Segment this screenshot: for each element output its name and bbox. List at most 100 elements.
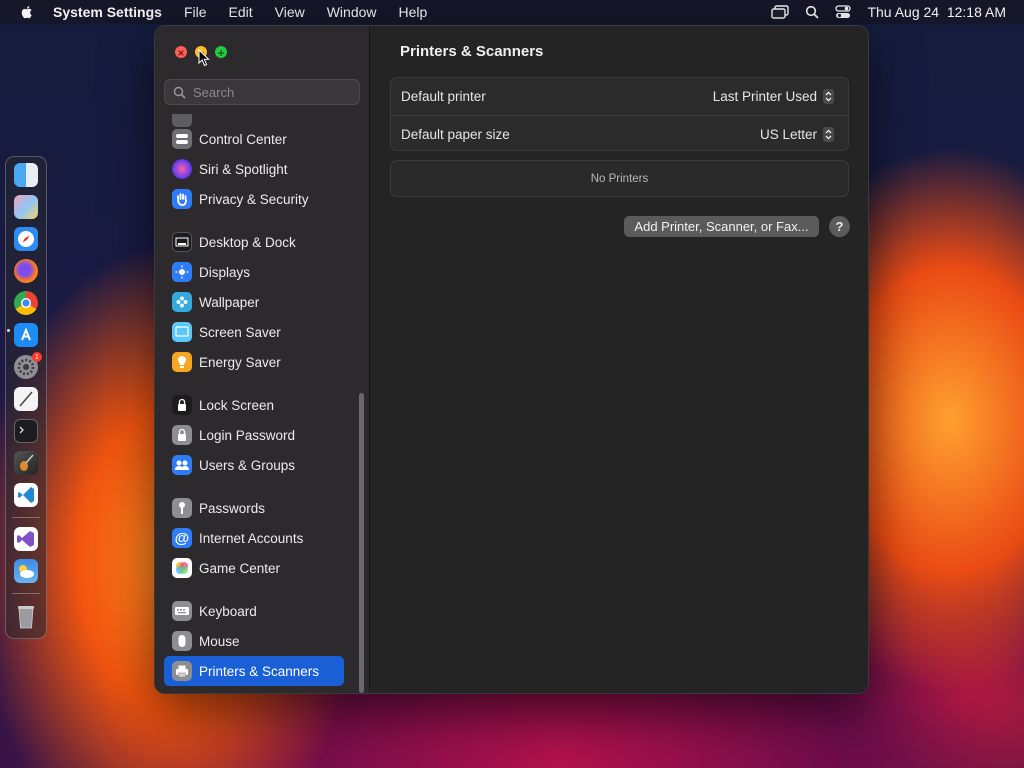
- menu-app-name[interactable]: System Settings: [53, 4, 162, 20]
- sidebar-item-internet-accounts[interactable]: @ Internet Accounts: [164, 523, 344, 553]
- sidebar-item-energy-saver[interactable]: Energy Saver: [164, 347, 344, 377]
- users-icon: [172, 455, 192, 475]
- menu-window[interactable]: Window: [327, 4, 377, 20]
- dock-icon: [172, 232, 192, 252]
- add-printer-button[interactable]: Add Printer, Scanner, or Fax...: [624, 216, 819, 237]
- sidebar-item-label: Lock Screen: [199, 397, 275, 413]
- dock: 1: [5, 156, 47, 639]
- sidebar-item-login-password[interactable]: Login Password: [164, 420, 344, 450]
- chrome-icon[interactable]: [14, 291, 38, 315]
- key-icon: [172, 498, 192, 518]
- content-pane: Printers & Scanners Default printer Last…: [370, 26, 868, 693]
- sidebar-item-displays[interactable]: Displays: [164, 257, 344, 287]
- safari-icon[interactable]: [14, 227, 38, 251]
- mouse-cursor-icon: [198, 49, 210, 67]
- finder-icon[interactable]: [14, 163, 38, 187]
- no-printers-text: No Printers: [590, 172, 649, 185]
- default-printer-value: Last Printer Used: [712, 89, 817, 104]
- sidebar-item-control-center[interactable]: Control Center: [164, 124, 344, 154]
- default-printer-row: Default printer Last Printer Used: [391, 78, 848, 115]
- bulb-icon: [172, 352, 192, 372]
- firefox-icon[interactable]: [14, 259, 38, 283]
- sidebar-item-label: Screen Saver: [199, 324, 281, 340]
- sidebar-item-screen-saver[interactable]: Screen Saver: [164, 317, 344, 347]
- sidebar-item-privacy-security[interactable]: Privacy & Security: [164, 184, 344, 214]
- apple-icon[interactable]: [19, 4, 35, 20]
- sidebar-item-label: Siri & Spotlight: [199, 161, 288, 177]
- sidebar-item-users-groups[interactable]: Users & Groups: [164, 450, 344, 480]
- default-printer-label: Default printer: [401, 89, 486, 104]
- lock-icon: [172, 395, 192, 415]
- sidebar-item-desktop-dock[interactable]: Desktop & Dock: [164, 227, 344, 257]
- trash-icon[interactable]: [14, 604, 38, 629]
- menubar-clock[interactable]: Thu Aug 24 12:18 AM: [867, 4, 1006, 20]
- page-title: Printers & Scanners: [400, 43, 544, 60]
- defaults-group: Default printer Last Printer Used Defaul…: [390, 77, 849, 151]
- siri-icon: [172, 159, 192, 179]
- default-printer-popup[interactable]: Last Printer Used: [713, 89, 834, 104]
- sidebar-list[interactable]: Control Center Siri & Spotlight Privacy …: [155, 114, 369, 693]
- default-paper-size-popup[interactable]: US Letter: [760, 127, 834, 142]
- sidebar-item-label: Keyboard: [199, 603, 257, 619]
- updown-chevron-icon: [823, 89, 834, 104]
- visual-studio-icon[interactable]: [14, 527, 38, 551]
- menu-view[interactable]: View: [275, 4, 305, 20]
- sidebar-item-printers-scanners[interactable]: Printers & Scanners: [164, 656, 344, 686]
- updown-chevron-icon: [823, 127, 834, 142]
- textedit-icon[interactable]: [14, 387, 38, 411]
- sidebar-item-label: Displays: [199, 264, 251, 280]
- sidebar-item-lock-screen[interactable]: Lock Screen: [164, 390, 344, 420]
- sidebar-item-label: Printers & Scanners: [199, 663, 320, 679]
- printer-icon: [172, 661, 192, 681]
- search-field[interactable]: Search: [164, 79, 360, 105]
- menu-help[interactable]: Help: [399, 4, 428, 20]
- control-center-icon[interactable]: [835, 5, 852, 19]
- zoom-button[interactable]: [215, 46, 227, 58]
- menu-file[interactable]: File: [184, 4, 207, 20]
- sidebar-item-siri-spotlight[interactable]: Siri & Spotlight: [164, 154, 344, 184]
- sidebar-item-label: Energy Saver: [199, 354, 281, 370]
- sidebar-item-label: Wallpaper: [199, 294, 260, 310]
- screen-saver-icon: [172, 322, 192, 342]
- app-store-icon[interactable]: [14, 323, 38, 347]
- weather-icon[interactable]: [14, 559, 38, 583]
- sidebar-item-label: Game Center: [199, 560, 281, 576]
- control-center-icon: [172, 129, 192, 149]
- sidebar-item-mouse[interactable]: Mouse: [164, 626, 344, 656]
- sidebar-item-passwords[interactable]: Passwords: [164, 493, 344, 523]
- menu-bar: System Settings File Edit View Window He…: [0, 0, 1024, 24]
- sidebar-item-label: Passwords: [199, 500, 266, 516]
- default-paper-size-label: Default paper size: [401, 127, 510, 142]
- sidebar-item-wallpaper[interactable]: Wallpaper: [164, 287, 344, 317]
- printers-list-empty: No Printers: [390, 160, 849, 197]
- search-icon: [173, 86, 186, 99]
- running-indicator: [7, 329, 10, 332]
- sidebar-item-label: Login Password: [199, 427, 296, 443]
- system-settings-window: Search Control Center Siri & Spotlight P…: [154, 25, 869, 694]
- screen-mirroring-icon[interactable]: [771, 5, 790, 19]
- dock-separator: [12, 593, 40, 594]
- vscode-icon[interactable]: [14, 483, 38, 507]
- sidebar-item-label: Control Center: [199, 131, 287, 147]
- sidebar-scrollbar[interactable]: [359, 393, 364, 693]
- sidebar-item-label: Users & Groups: [199, 457, 296, 473]
- menu-edit[interactable]: Edit: [229, 4, 253, 20]
- sidebar-item-label: Privacy & Security: [199, 191, 309, 207]
- sidebar-item-keyboard[interactable]: Keyboard: [164, 596, 344, 626]
- help-button[interactable]: ?: [829, 216, 850, 237]
- default-paper-size-value: US Letter: [759, 127, 817, 142]
- garageband-icon[interactable]: [14, 451, 38, 475]
- notification-badge: 1: [32, 352, 42, 362]
- launchpad-icon[interactable]: [14, 195, 38, 219]
- sidebar-item-label: Mouse: [199, 633, 240, 649]
- keyboard-icon: [172, 601, 192, 621]
- game-center-icon: [172, 558, 192, 578]
- search-placeholder: Search: [193, 84, 235, 100]
- hand-icon: [172, 189, 192, 209]
- search-icon[interactable]: [805, 5, 820, 19]
- sidebar-item-game-center[interactable]: Game Center: [164, 553, 344, 583]
- sidebar-item-label: Internet Accounts: [199, 530, 304, 546]
- close-button[interactable]: [175, 46, 187, 58]
- dock-separator: [12, 517, 40, 518]
- terminal-icon[interactable]: [14, 419, 38, 443]
